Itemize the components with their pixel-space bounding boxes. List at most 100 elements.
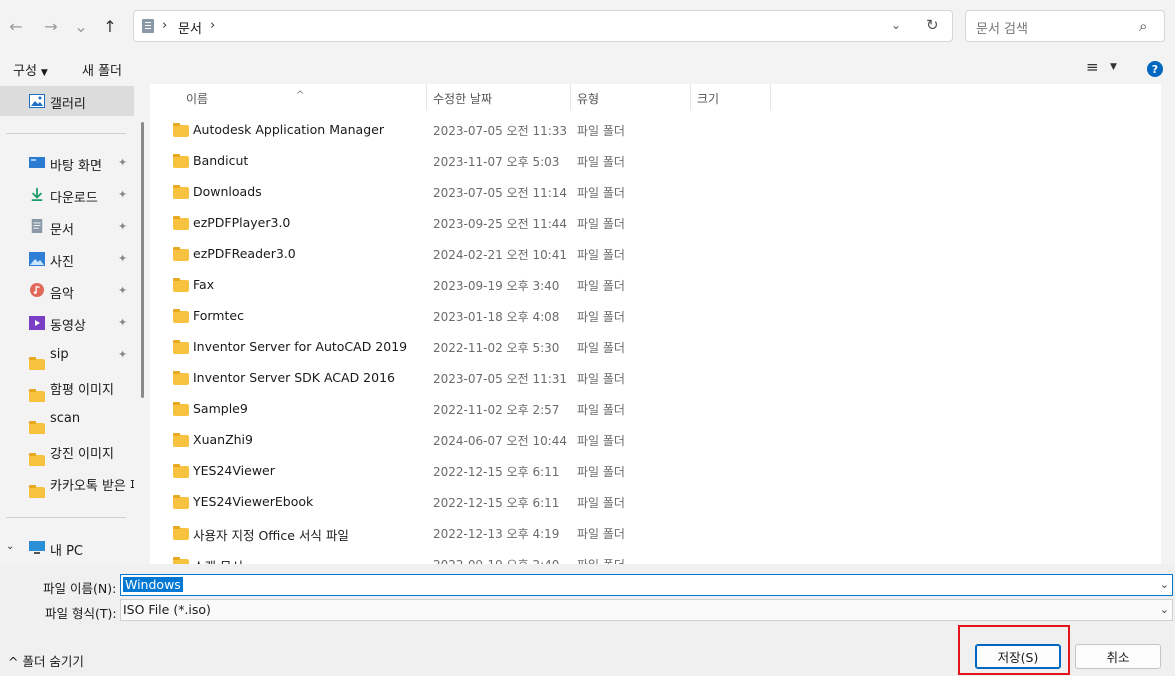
- refresh-icon[interactable]: ↻: [926, 16, 939, 34]
- sidebar-item-gallery[interactable]: 갤러리: [0, 86, 134, 116]
- search-placeholder: 문서 검색: [976, 22, 1028, 37]
- file-date: 2023-01-18 오후 4:08: [433, 310, 560, 324]
- column-divider[interactable]: [426, 84, 427, 110]
- recent-locations-button[interactable]: ⌄: [69, 12, 93, 40]
- sidebar-item-folder[interactable]: 카카오톡 받은 파: [0, 468, 134, 498]
- pin-icon[interactable]: ✦: [118, 316, 127, 329]
- search-input[interactable]: 문서 검색 ⌕: [965, 10, 1165, 42]
- folder-icon: [173, 402, 189, 416]
- cancel-button[interactable]: 취소: [1075, 644, 1161, 669]
- pin-icon[interactable]: ✦: [118, 348, 127, 361]
- sidebar-item-label: 동영상: [50, 319, 86, 334]
- column-divider[interactable]: [690, 84, 691, 110]
- sidebar-item-desktop[interactable]: 바탕 화면 ✦: [0, 148, 134, 178]
- up-button[interactable]: ↑: [98, 12, 122, 40]
- sidebar-scrollbar[interactable]: [141, 122, 144, 398]
- file-row[interactable]: 스캔 문서 2022-09-19 오후 2:40 파일 폴더: [150, 548, 1161, 564]
- breadcrumb-chevron-icon[interactable]: ›: [162, 18, 167, 33]
- sidebar-item-label: 다운로드: [50, 191, 98, 206]
- column-header-name[interactable]: 이름: [186, 90, 208, 107]
- column-header-type[interactable]: 유형: [577, 90, 599, 107]
- sidebar-item-label: sip: [50, 347, 69, 362]
- forward-button[interactable]: →: [39, 12, 63, 40]
- sidebar-item-downloads[interactable]: 다운로드 ✦: [0, 180, 134, 210]
- search-icon[interactable]: ⌕: [1139, 17, 1147, 35]
- sidebar-item-music[interactable]: 음악 ✦: [0, 276, 134, 306]
- up-arrow-icon: ↑: [103, 16, 117, 36]
- column-divider[interactable]: [770, 84, 771, 110]
- file-row[interactable]: Inventor Server for AutoCAD 2019 2022-11-…: [150, 331, 1161, 362]
- documents-icon: [31, 219, 43, 233]
- expand-chevron-icon[interactable]: ⌄: [6, 541, 14, 552]
- file-date: 2023-09-19 오후 3:40: [433, 279, 560, 293]
- pin-icon[interactable]: ✦: [118, 188, 127, 201]
- folder-icon: [173, 123, 189, 137]
- file-name: YES24Viewer: [193, 463, 275, 478]
- sidebar-divider: [6, 133, 126, 134]
- view-options-icon[interactable]: ≡: [1086, 58, 1099, 76]
- sidebar-item-label: 강진 이미지: [50, 447, 114, 462]
- file-row[interactable]: YES24ViewerEbook 2022-12-15 오후 6:11 파일 폴더: [150, 486, 1161, 517]
- file-name: Inventor Server for AutoCAD 2019: [193, 339, 408, 354]
- sidebar-item-this-pc[interactable]: ⌄ 내 PC: [0, 533, 134, 563]
- sidebar-item-label: 함평 이미지: [50, 383, 114, 398]
- file-row[interactable]: XuanZhi9 2024-06-07 오전 10:44 파일 폴더: [150, 424, 1161, 455]
- help-icon[interactable]: ?: [1147, 61, 1163, 77]
- file-row[interactable]: Downloads 2023-07-05 오전 11:14 파일 폴더: [150, 176, 1161, 207]
- file-row[interactable]: Fax 2023-09-19 오후 3:40 파일 폴더: [150, 269, 1161, 300]
- navigation-bar: ← → ⌄ ↑ › 문서 › ⌄ ↻ 문서 검색 ⌕: [0, 0, 1175, 52]
- sidebar-item-label: 갤러리: [50, 97, 86, 112]
- filetype-select[interactable]: ISO File (*.iso) ⌄: [120, 599, 1173, 621]
- sidebar-item-pictures[interactable]: 사진 ✦: [0, 244, 134, 274]
- sidebar-divider: [6, 517, 126, 518]
- pin-icon[interactable]: ✦: [118, 156, 127, 169]
- sidebar-item-sip[interactable]: sip ✦: [0, 340, 134, 370]
- file-type: 파일 폴더: [577, 248, 625, 262]
- address-dropdown-icon[interactable]: ⌄: [891, 18, 901, 32]
- breadcrumb-chevron-icon[interactable]: ›: [210, 18, 215, 33]
- new-folder-button[interactable]: 새 폴더: [82, 60, 122, 79]
- hide-folders-button[interactable]: ^ 폴더 숨기기: [8, 651, 84, 670]
- chevron-down-icon[interactable]: ⌄: [1160, 603, 1169, 616]
- file-row[interactable]: Sample9 2022-11-02 오후 2:57 파일 폴더: [150, 393, 1161, 424]
- sidebar-item-folder[interactable]: 강진 이미지: [0, 436, 134, 466]
- file-row[interactable]: ezPDFReader3.0 2024-02-21 오전 10:41 파일 폴더: [150, 238, 1161, 269]
- pin-icon[interactable]: ✦: [118, 252, 127, 265]
- sidebar-item-label: 내 PC: [50, 544, 84, 559]
- file-row[interactable]: Bandicut 2023-11-07 오후 5:03 파일 폴더: [150, 145, 1161, 176]
- save-form: 파일 이름(N): Windows ⌄ 파일 형식(T): ISO File (…: [0, 564, 1175, 628]
- sidebar-item-label: scan: [50, 411, 81, 426]
- column-header-size[interactable]: 크기: [697, 90, 719, 107]
- view-caret-down-icon[interactable]: ▼: [1110, 62, 1117, 72]
- file-type: 파일 폴더: [577, 403, 625, 417]
- sidebar-item-documents[interactable]: 문서 ✦: [0, 212, 134, 242]
- back-button[interactable]: ←: [4, 12, 28, 40]
- chevron-down-icon[interactable]: ⌄: [1160, 578, 1169, 591]
- sidebar-item-folder[interactable]: scan: [0, 404, 134, 434]
- file-type: 파일 폴더: [577, 496, 625, 510]
- file-type: 파일 폴더: [577, 217, 625, 231]
- filetype-value: ISO File (*.iso): [123, 602, 211, 617]
- file-row[interactable]: 사용자 지정 Office 서식 파일 2022-12-13 오후 4:19 파일 …: [150, 517, 1161, 548]
- caret-down-icon: ▼: [40, 68, 48, 78]
- file-row[interactable]: Formtec 2023-01-18 오후 4:08 파일 폴더: [150, 300, 1161, 331]
- folder-icon: [173, 340, 189, 354]
- sidebar-item-videos[interactable]: 동영상 ✦: [0, 308, 134, 338]
- download-icon: [31, 187, 43, 201]
- file-row[interactable]: ezPDFPlayer3.0 2023-09-25 오전 11:44 파일 폴더: [150, 207, 1161, 238]
- filename-input[interactable]: Windows ⌄: [120, 574, 1173, 596]
- file-row[interactable]: Autodesk Application Manager 2023-07-05 오…: [150, 114, 1161, 145]
- file-row[interactable]: Inventor Server SDK ACAD 2016 2023-07-05 …: [150, 362, 1161, 393]
- sidebar-item-folder[interactable]: 함평 이미지: [0, 372, 134, 402]
- folder-icon: [29, 485, 45, 498]
- organize-button[interactable]: 구성 ▼: [13, 60, 48, 79]
- pin-icon[interactable]: ✦: [118, 284, 127, 297]
- address-bar[interactable]: › 문서 › ⌄ ↻: [133, 10, 953, 42]
- file-name: 사용자 지정 Office 서식 파일: [193, 528, 349, 543]
- pin-icon[interactable]: ✦: [118, 220, 127, 233]
- column-divider[interactable]: [570, 84, 571, 110]
- column-header-modified[interactable]: 수정한 날짜: [433, 90, 492, 107]
- file-row[interactable]: YES24Viewer 2022-12-15 오후 6:11 파일 폴더: [150, 455, 1161, 486]
- breadcrumb-documents[interactable]: 문서: [178, 18, 202, 37]
- folder-icon: [173, 185, 189, 199]
